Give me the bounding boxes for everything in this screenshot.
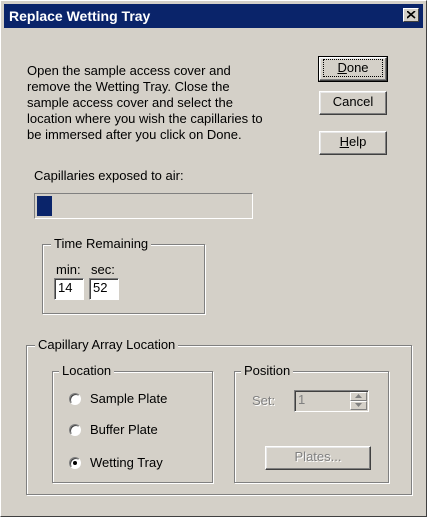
window-title: Replace Wetting Tray	[9, 8, 151, 24]
done-label-rest: one	[346, 60, 369, 75]
exposure-progress-bar	[34, 193, 253, 219]
replace-wetting-tray-dialog: Replace Wetting Tray Open the sample acc…	[0, 0, 427, 517]
title-bar[interactable]: Replace Wetting Tray	[4, 4, 423, 28]
set-spinner	[350, 392, 367, 410]
cancel-button-label: Cancel	[332, 94, 374, 109]
message-line: remove the Wetting Tray. Close the	[27, 79, 230, 94]
seconds-label: sec:	[91, 262, 115, 277]
radio-label[interactable]: Wetting Tray	[90, 455, 163, 470]
radio-button[interactable]	[69, 393, 81, 405]
radio-selected-dot	[73, 461, 77, 465]
seconds-field: 52	[89, 278, 119, 300]
help-mnemonic: H	[339, 134, 350, 149]
capillary-array-location-legend: Capillary Array Location	[35, 337, 179, 352]
time-remaining-legend: Time Remaining	[51, 236, 152, 251]
set-label: Set:	[252, 393, 276, 408]
radio-label[interactable]: Sample Plate	[90, 391, 167, 406]
close-button[interactable]	[403, 8, 419, 22]
cancel-button[interactable]: Cancel	[319, 91, 387, 115]
progress-label: Capillaries exposed to air:	[34, 168, 184, 183]
minutes-label: min:	[56, 262, 81, 277]
radio-label[interactable]: Buffer Plate	[90, 422, 158, 437]
arrow-up-icon	[355, 394, 362, 398]
help-button-label: Help	[340, 134, 367, 149]
plates-button-label: Plates...	[294, 449, 342, 464]
instruction-message: Open the sample access cover and remove …	[27, 63, 297, 143]
progress-fill	[37, 196, 52, 216]
close-icon	[407, 11, 416, 19]
radio-button[interactable]	[69, 424, 81, 436]
help-label-rest: elp	[349, 134, 367, 149]
message-line: Open the sample access cover and	[27, 63, 231, 78]
arrow-down-icon	[355, 403, 362, 407]
message-line: location where you wish the capillaries …	[27, 111, 263, 126]
help-button[interactable]: Help	[319, 131, 387, 155]
done-button[interactable]: Done	[318, 56, 388, 82]
done-button-label: Done	[323, 59, 383, 77]
done-mnemonic: D	[337, 60, 347, 75]
spin-up-button	[350, 392, 367, 401]
plates-button: Plates...	[265, 446, 371, 470]
position-legend: Position	[241, 363, 294, 378]
message-line: sample access cover and select the	[27, 95, 233, 110]
radio-button[interactable]	[69, 457, 81, 469]
message-line: be immersed after you click on Done.	[27, 127, 242, 142]
minutes-field: 14	[54, 278, 84, 300]
location-legend: Location	[59, 363, 115, 378]
spin-down-button	[350, 401, 367, 410]
